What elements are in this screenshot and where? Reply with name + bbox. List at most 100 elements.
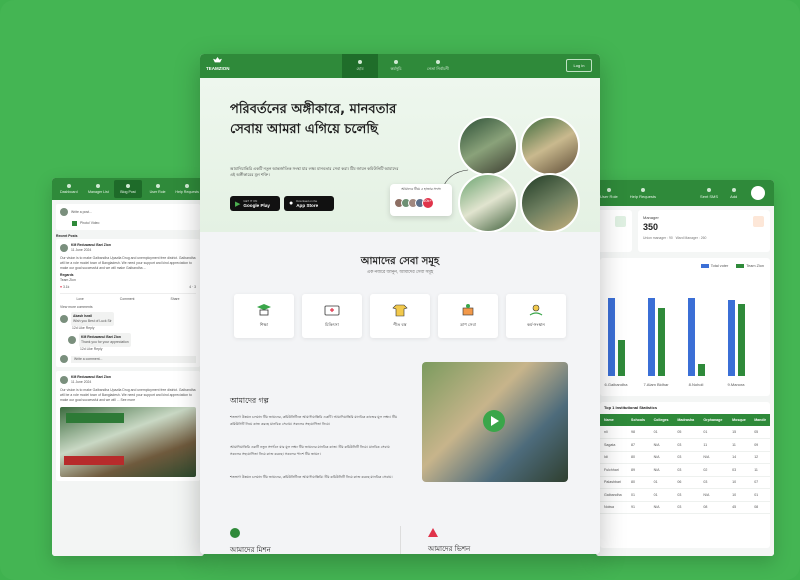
- service-education[interactable]: শিক্ষা: [234, 294, 294, 338]
- love-button[interactable]: Love: [76, 297, 83, 302]
- google-play-button[interactable]: ▶ GET IT ON Google Play: [230, 196, 280, 211]
- banner-shape: [66, 413, 124, 423]
- x-tick-label: 6.Gaibandha: [605, 382, 629, 387]
- nav-label: Blog Post: [120, 190, 136, 194]
- story-paragraph: আমাদিয়ান্তিরি একটি নতুন সংগঠন যার মূল ল…: [230, 445, 390, 456]
- comment-meta[interactable]: 12d Like Reply: [60, 326, 196, 331]
- table-cell: 03: [728, 463, 751, 477]
- table-cell: 03: [699, 476, 729, 489]
- nav-manager-list[interactable]: Manager List: [85, 180, 113, 198]
- user-icon: [606, 187, 611, 192]
- login-button[interactable]: Log in: [566, 59, 592, 72]
- table-row[interactable]: Nolwa 91 N/A 03 08 45 08: [600, 501, 770, 514]
- tab-programs[interactable]: কর্মসূচি: [378, 54, 414, 78]
- table-cell: 03: [673, 501, 700, 514]
- table-cell: Idi: [600, 451, 628, 464]
- tab-home[interactable]: হোম: [342, 54, 378, 78]
- nav-label: Sent SMS: [700, 193, 719, 199]
- table-cell: 91: [627, 501, 650, 514]
- play-icon[interactable]: [483, 410, 505, 432]
- blog-post-panel: Dashboard Manager List Blog Post User Ro…: [52, 178, 204, 556]
- post-input[interactable]: Write a post...: [71, 210, 92, 215]
- table-cell: 05: [673, 426, 700, 439]
- nav-user-role[interactable]: User Role: [144, 180, 172, 198]
- nav-blog-post[interactable]: Blog Post: [114, 180, 142, 198]
- nav-help-requests[interactable]: Help Requests: [173, 180, 201, 198]
- post-card: KM Reduwanul Bari Zion 11 June 2024 Our v…: [56, 371, 200, 481]
- table-row[interactable]: Sagata 87 N/A 03 11 11 09: [600, 438, 770, 452]
- nav-user-role[interactable]: User Role: [600, 187, 618, 199]
- story-video[interactable]: [422, 362, 568, 482]
- photo-video-button[interactable]: Photo/ Video: [80, 221, 99, 226]
- service-relief[interactable]: ত্রাণ সেবা: [438, 294, 498, 338]
- bar-total-voter[interactable]: [648, 298, 655, 376]
- mission-title: আমাদের মিশন: [230, 546, 271, 554]
- add-button[interactable]: Add: [730, 187, 738, 199]
- table-cell: 01: [627, 488, 650, 502]
- bar-team-zion[interactable]: [698, 364, 705, 376]
- table-cell: N/A: [699, 451, 729, 464]
- avatar[interactable]: [751, 186, 766, 200]
- table-row[interactable]: Gaibandha 01 01 03 N/A 10 01: [600, 488, 770, 502]
- stat-card-partial: [596, 210, 632, 252]
- nav-label: Manager List: [88, 190, 109, 194]
- story-paragraph: শতভাগ উন্নয়ন চলমান টিম জায়নের, কমিউনিট…: [230, 475, 393, 479]
- table-cell: 06: [673, 476, 700, 489]
- table-cell: 15: [728, 426, 751, 439]
- hero-photo: [458, 116, 518, 176]
- table-header-cell: Mandir: [750, 414, 770, 426]
- bar-team-zion[interactable]: [618, 340, 625, 376]
- bar-team-zion[interactable]: [738, 304, 745, 376]
- table-cell: 08: [750, 501, 770, 514]
- union-manager-count: Union manager : 90: [643, 236, 673, 240]
- app-store-button[interactable]: ● Download on the App Store: [284, 196, 334, 211]
- table-cell: N/A: [649, 451, 674, 464]
- sent-sms-button[interactable]: Sent SMS: [700, 187, 719, 199]
- service-clothes[interactable]: শীত বস্ত্র: [370, 294, 430, 338]
- table-row[interactable]: Fulchhari 89 N/A 03 02 03 11: [600, 463, 770, 477]
- comment-meta[interactable]: 12d Like Reply: [60, 347, 196, 352]
- view-more-comments[interactable]: View more comments: [60, 305, 196, 310]
- comment-input[interactable]: Write a comment...: [71, 355, 196, 363]
- hero-text: আমাদিয়ান্তিরি একটি নতুন আন্তর্জাতিক সংস…: [230, 166, 399, 177]
- table-cell: 03: [673, 488, 700, 502]
- tab-label: কর্মসূচি: [390, 65, 402, 71]
- nav-dashboard[interactable]: Dashboard: [55, 180, 83, 198]
- table-row[interactable]: Idi 80 N/A 03 N/A 14 12: [600, 451, 770, 464]
- landing-page: TEAMZION হোম কর্মসূচি নেতা নির্বাচনী Log…: [200, 54, 600, 554]
- tab-leaders[interactable]: নেতা নির্বাচনী: [414, 54, 462, 78]
- heart-icon: ♥: [60, 285, 63, 289]
- table-cell: Gaibandha: [600, 488, 628, 502]
- table-header-cell: Orphanage: [699, 414, 729, 426]
- legend-swatch: [700, 264, 709, 268]
- table-cell: 10: [728, 476, 751, 489]
- table-row[interactable]: nli 98 01 05 01 15 05: [600, 426, 770, 439]
- service-label: কর্ম-সংস্থান: [527, 322, 545, 327]
- services-subtitle: এক নজরে জানুন, আমাদের সেবা সমূহ: [366, 269, 434, 274]
- comment-button[interactable]: Comment: [120, 297, 135, 302]
- employment-icon: [529, 304, 543, 316]
- plus-icon: [731, 187, 736, 192]
- bar-team-zion[interactable]: [658, 308, 665, 376]
- nav-help-requests[interactable]: Help Requests: [629, 187, 657, 199]
- bar-total-voter[interactable]: [688, 298, 695, 376]
- tab-label: নেতা নির্বাচনী: [427, 65, 449, 71]
- table-cell: 45: [728, 501, 751, 514]
- bar-total-voter[interactable]: [608, 298, 615, 376]
- table-cell: 80: [627, 476, 650, 489]
- table-header-row: Name Schools Colleges Madrasha Orphanage Mosq…: [600, 414, 770, 426]
- legend-item: Team Zion: [736, 264, 764, 268]
- bar-total-voter[interactable]: [728, 300, 735, 376]
- avatar: [68, 336, 76, 344]
- logo[interactable]: TEAMZION: [206, 57, 230, 71]
- table-cell: Nolwa: [600, 501, 628, 514]
- table-cell: 02: [699, 463, 729, 477]
- share-button[interactable]: Share: [170, 297, 179, 302]
- education-icon: [257, 304, 271, 316]
- nav-label: Add: [730, 193, 738, 199]
- nav-label: Help Requests: [629, 193, 657, 199]
- table-row[interactable]: Palashbari 80 01 06 03 10 07: [600, 476, 770, 489]
- service-medical[interactable]: চিকিৎসা: [302, 294, 362, 338]
- service-employment[interactable]: কর্ম-সংস্থান: [506, 294, 566, 338]
- tab-label: হোম: [356, 65, 364, 71]
